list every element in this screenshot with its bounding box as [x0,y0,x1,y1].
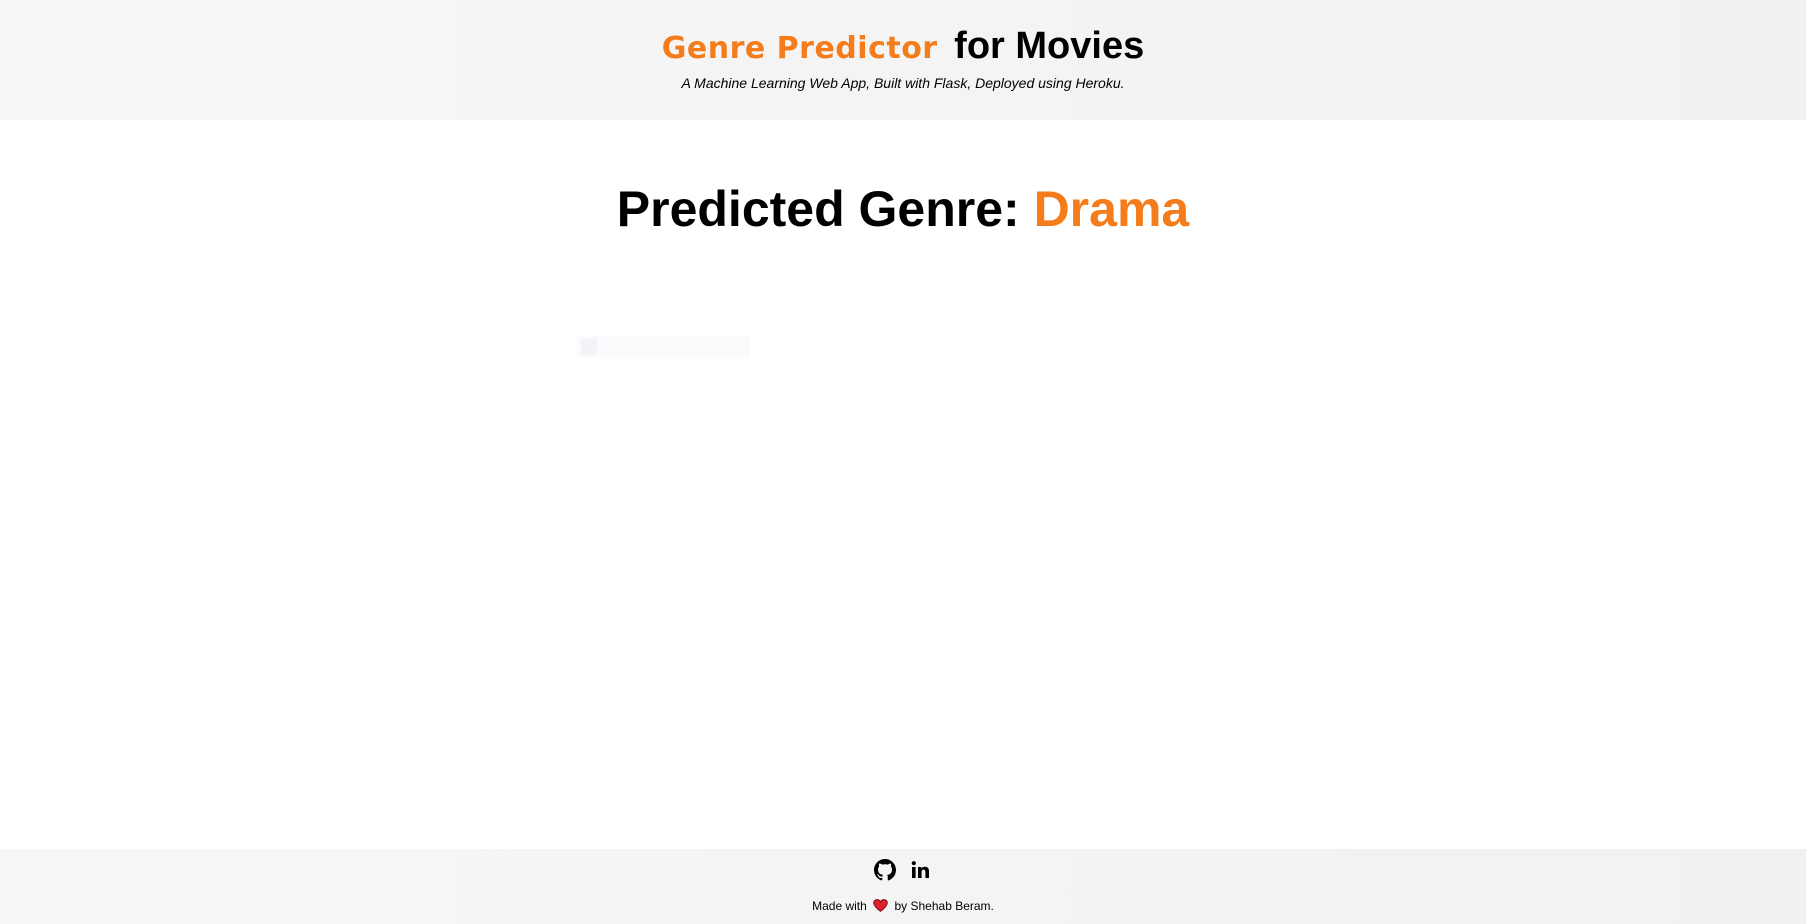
prediction-label: Predicted Genre: [616,181,1020,237]
predicted-genre: Drama [1033,181,1190,237]
github-link[interactable] [874,859,896,881]
made-with-text: Made with [812,899,867,913]
footer-credit: Made with by Shehab Beram. [0,899,1806,913]
brand-name: Genre Predictor [661,31,938,66]
heart-icon [873,899,888,912]
page-subtitle: A Machine Learning Web App, Built with F… [681,75,1125,91]
github-icon [874,859,896,881]
page-title: Genre Predictor for Movies [0,22,1806,73]
faint-overlay-widget [577,336,750,358]
prediction-result: Predicted Genre: Drama [0,176,1806,242]
linkedin-link[interactable] [910,859,932,881]
footer: Made with by Shehab Beram. [0,849,1806,924]
header: Genre Predictor for Movies A Machine Lea… [0,0,1806,120]
title-rest: for Movies [954,25,1145,67]
overlay-icon [581,339,597,355]
linkedin-icon [911,861,929,878]
author-text: by Shehab Beram. [894,899,994,913]
page: Genre Predictor for Movies A Machine Lea… [0,0,1806,924]
social-links [0,859,1806,881]
